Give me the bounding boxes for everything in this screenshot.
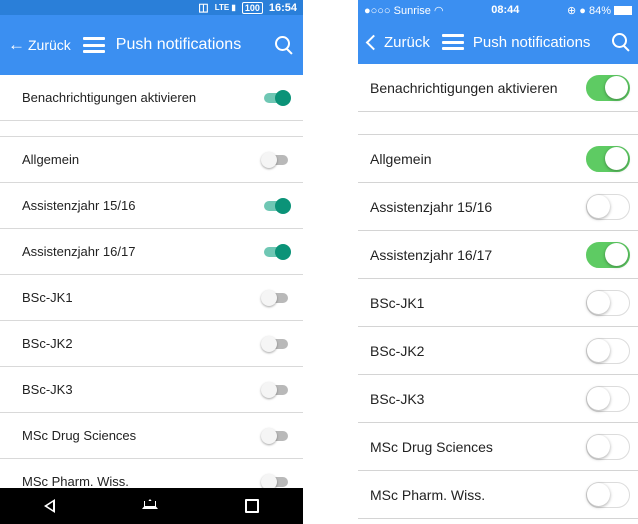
topic-toggle-bsc-jk2[interactable] [261,335,289,352]
topic-row-msc-drug-sciences: MSc Drug Sciences [0,413,303,459]
ios-status-bar: ●○○○ Sunrise ◠ 08:44 ⊕ ● 84% [358,0,638,20]
status-time: 16:54 [268,1,297,14]
topic-toggle-bsc-jk2[interactable] [586,337,630,364]
topic-row-assistenzjahr-15-16: Assistenzjahr 15/16 [358,183,638,231]
android-navigation-bar [0,488,303,524]
topic-label: BSc-JK3 [370,390,425,407]
topic-toggle-msc-pharm-wiss[interactable] [586,481,630,508]
topic-label: BSc-JK2 [22,336,73,351]
wifi-icon: ◠ [434,4,444,17]
page-title: Push notifications [472,33,591,51]
enable-notifications-label: Benachrichtigungen aktivieren [22,90,197,105]
topic-row-assistenzjahr-16-17: Assistenzjahr 16/17 [358,231,638,279]
topic-label: Assistenzjahr 15/16 [370,198,493,215]
section-spacer [0,121,303,137]
topic-label: MSc Pharm. Wiss. [370,486,486,503]
topic-row-bsc-jk2: BSc-JK2 [358,327,638,375]
back-button[interactable]: ← Zurück [8,35,71,55]
ios-topic-list: Allgemein Assistenzjahr 15/16 Assistenzj… [358,135,638,519]
topic-toggle-msc-drug-sciences[interactable] [586,433,630,460]
topic-label: MSc Drug Sciences [370,438,493,455]
nav-home-icon[interactable] [141,499,158,509]
signal-icon: LTE ▮ [214,3,236,12]
lock-rotation-icon: ⊕ [566,4,577,17]
page-title: Push notifications [115,36,242,53]
topic-label: BSc-JK2 [370,342,425,359]
back-button[interactable]: Zurück [364,34,430,51]
topic-toggle-bsc-jk1[interactable] [261,289,289,306]
topic-toggle-allgemein[interactable] [261,151,289,168]
topic-toggle-bsc-jk1[interactable] [586,289,630,316]
topic-row-msc-pharm-wiss: MSc Pharm. Wiss. [358,471,638,519]
network-type: LTE [214,3,230,12]
topic-row-assistenzjahr-16-17: Assistenzjahr 16/17 [0,229,303,275]
enable-notifications-row: Benachrichtigungen aktivieren [0,75,303,121]
topic-row-bsc-jk3: BSc-JK3 [358,375,638,423]
topic-toggle-bsc-jk3[interactable] [261,381,289,398]
topic-label: Assistenzjahr 15/16 [22,198,136,213]
topic-label: Allgemein [370,150,432,167]
topic-toggle-bsc-jk3[interactable] [586,385,630,412]
carrier-label: ●○○○ Sunrise ◠ [364,4,444,17]
topic-toggle-assistenzjahr-15-16[interactable] [261,197,291,214]
arrow-left-icon: ← [8,35,25,54]
topic-row-msc-drug-sciences: MSc Drug Sciences [358,423,638,471]
topic-toggle-assistenzjahr-15-16[interactable] [586,193,630,220]
topic-label: BSc-JK3 [22,382,73,397]
alarm-icon: ● [579,4,586,17]
topic-row-bsc-jk1: BSc-JK1 [358,279,638,327]
topic-row-bsc-jk2: BSc-JK2 [0,321,303,367]
vibrate-icon: ◫ [198,2,209,14]
carrier-name: ●○○○ Sunrise [364,4,431,17]
nav-back-icon[interactable] [43,499,55,513]
topic-label: MSc Drug Sciences [22,428,137,443]
topic-toggle-assistenzjahr-16-17[interactable] [261,243,291,260]
topic-label: BSc-JK1 [370,294,425,311]
android-toolbar: ← Zurück Push notifications [0,15,303,75]
ios-screen: ●○○○ Sunrise ◠ 08:44 ⊕ ● 84% Zurück Push… [358,0,638,524]
nav-recents-icon[interactable] [245,499,260,513]
android-screen: ◫ LTE ▮ 100 16:54 ← Zurück Push notifica… [0,0,303,524]
topic-toggle-msc-drug-sciences[interactable] [261,427,289,444]
battery-icon [614,6,632,16]
hamburger-menu-icon[interactable] [82,37,105,53]
topic-row-assistenzjahr-15-16: Assistenzjahr 15/16 [0,183,303,229]
section-spacer [358,112,638,135]
topic-toggle-allgemein[interactable] [586,145,630,172]
android-topic-list: Allgemein Assistenzjahr 15/16 Assistenzj… [0,137,303,505]
topic-label: BSc-JK1 [22,290,73,305]
status-right: ⊕ ● 84% [567,4,632,17]
enable-notifications-toggle[interactable] [586,74,630,101]
back-label: Zurück [384,33,430,51]
search-icon[interactable] [610,31,632,53]
ios-navigation-bar: Zurück Push notifications [358,20,638,64]
search-icon[interactable] [273,34,295,56]
topic-label: MSc Pharm. Wiss. [22,474,129,489]
battery-level: 84% [588,4,611,17]
enable-notifications-row: Benachrichtigungen aktivieren [358,64,638,112]
topic-row-bsc-jk3: BSc-JK3 [0,367,303,413]
topic-label: Allgemein [22,152,80,167]
battery-level: 100 [244,2,260,13]
topic-row-bsc-jk1: BSc-JK1 [0,275,303,321]
hamburger-menu-icon[interactable] [441,34,464,50]
enable-notifications-toggle[interactable] [261,89,291,106]
battery-icon: 100 [241,1,263,14]
chevron-left-icon [365,34,382,50]
topic-row-allgemein: Allgemein [0,137,303,183]
topic-toggle-assistenzjahr-16-17[interactable] [586,241,630,268]
topic-row-allgemein: Allgemein [358,135,638,183]
status-time: 08:44 [491,4,520,16]
back-label: Zurück [28,37,71,53]
android-status-bar: ◫ LTE ▮ 100 16:54 [0,0,303,15]
topic-label: Assistenzjahr 16/17 [370,246,493,263]
topic-label: Assistenzjahr 16/17 [22,244,136,259]
topic-toggle-msc-pharm-wiss[interactable] [261,473,289,490]
enable-notifications-label: Benachrichtigungen aktivieren [370,79,558,96]
